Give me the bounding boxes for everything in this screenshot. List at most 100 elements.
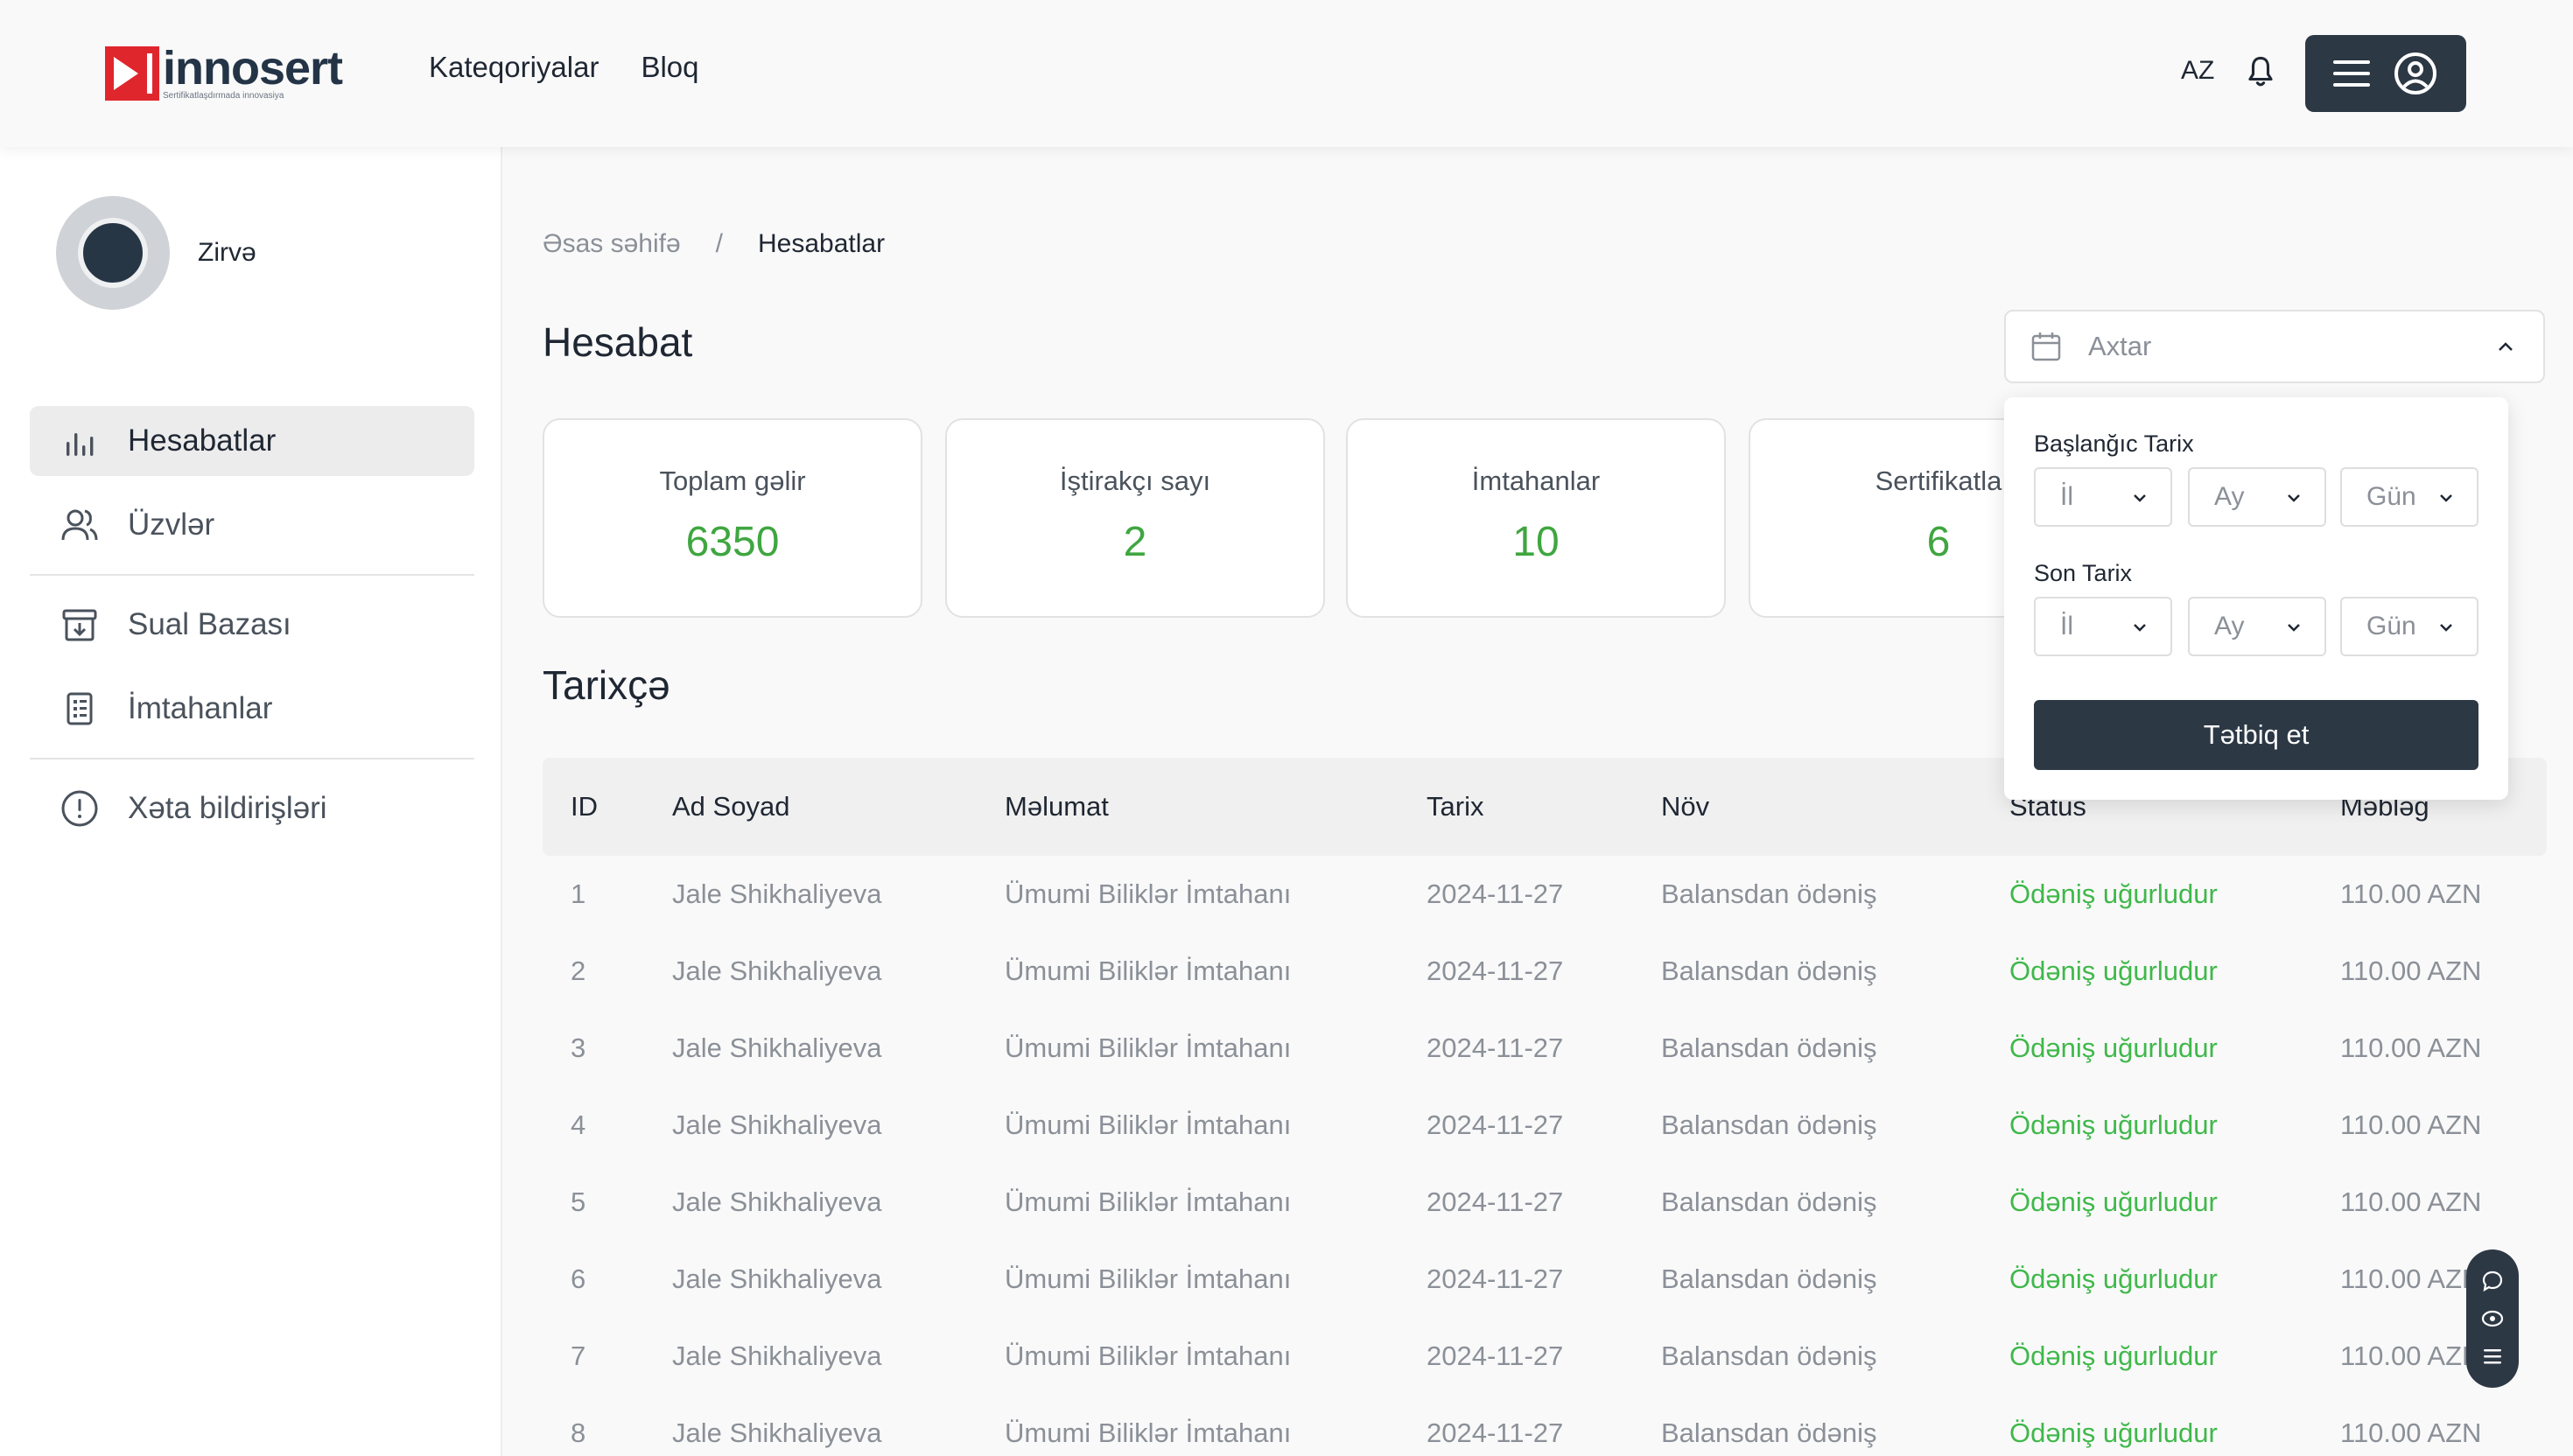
alert-circle-icon (61, 790, 98, 827)
stat-value: 6350 (685, 519, 780, 565)
select-value: Ay (2214, 612, 2245, 640)
cell-date: 2024-11-27 (1427, 878, 1564, 909)
logo-tagline: Sertifikatlaşdırmada innovasiya (163, 91, 284, 101)
table-row[interactable]: 1 Jale Shikhaliyeva Ümumi Biliklər İmtahan… (543, 856, 2547, 933)
sidebar: Zirvə Hesabatlar Üzvlər Sual Bazası İmta… (0, 147, 502, 1456)
end-day-select[interactable]: Gün (2340, 597, 2478, 656)
breadcrumb-separator: / (715, 229, 723, 258)
cell-type: Balansdan ödəniş (1661, 1110, 1877, 1140)
profile-block[interactable]: Zirvə (56, 196, 256, 310)
cell-amount: 110.00 AZN (2340, 956, 2482, 986)
date-search-toggle[interactable]: Axtar (2004, 310, 2545, 383)
column-header: Məlumat (1005, 791, 1109, 822)
column-header: ID (571, 791, 598, 822)
cell-info: Ümumi Biliklər İmtahanı (1005, 878, 1292, 909)
logo-word: innosert (163, 42, 343, 94)
floating-tools (2466, 1250, 2519, 1388)
cell-name: Jale Shikhaliyeva (672, 956, 882, 986)
column-header: Ad Soyad (672, 791, 790, 822)
nav-categories[interactable]: Kateqoriyalar (429, 51, 599, 84)
nav-blog[interactable]: Bloq (641, 51, 698, 84)
chevron-down-icon (2288, 494, 2300, 502)
sidebar-item-reports[interactable]: Hesabatlar (30, 406, 474, 476)
chevron-down-icon (2134, 494, 2146, 502)
language-switcher[interactable]: AZ (2181, 56, 2214, 86)
cell-date: 2024-11-27 (1427, 1186, 1564, 1217)
sidebar-item-label: Sual Bazası (128, 607, 291, 641)
table-row[interactable]: 3 Jale Shikhaliyeva Ümumi Biliklər İmtahan… (543, 1010, 2547, 1087)
cell-date: 2024-11-27 (1427, 1110, 1564, 1140)
sidebar-item-label: İmtahanlar (128, 691, 273, 725)
apply-button[interactable]: Tətbiq et (2034, 700, 2478, 770)
cell-info: Ümumi Biliklər İmtahanı (1005, 1032, 1292, 1063)
cell-id: 2 (571, 956, 586, 986)
avatar (56, 196, 170, 310)
sidebar-divider (30, 574, 474, 576)
cell-amount: 110.00 AZN (2340, 1032, 2482, 1063)
stat-label: İmtahanlar (1471, 466, 1601, 496)
cell-date: 2024-11-27 (1427, 1032, 1564, 1063)
list-icon[interactable] (2480, 1344, 2505, 1368)
cell-id: 8 (571, 1418, 586, 1448)
end-month-select[interactable]: Ay (2188, 597, 2326, 656)
select-value: İl (2060, 482, 2073, 511)
cell-id: 3 (571, 1032, 586, 1063)
sidebar-item-error-reports[interactable]: Xəta bildirişləri (30, 774, 474, 844)
cell-date: 2024-11-27 (1427, 1418, 1564, 1448)
innosert-logo[interactable]: innosert Sertifikatlaşdırmada innovasiya (105, 42, 343, 102)
start-year-select[interactable]: İl (2034, 467, 2172, 527)
eye-icon[interactable] (2480, 1306, 2505, 1331)
table-row[interactable]: 5 Jale Shikhaliyeva Ümumi Biliklər İmtahan… (543, 1164, 2547, 1241)
column-header: Növ (1661, 791, 1710, 822)
table-row[interactable]: 6 Jale Shikhaliyeva Ümumi Biliklər İmtahan… (543, 1241, 2547, 1318)
chat-icon[interactable] (2480, 1269, 2505, 1293)
top-header: innosert Sertifikatlaşdırmada innovasiya… (0, 0, 2573, 147)
stat-value: 2 (1123, 519, 1147, 565)
table-row[interactable]: 7 Jale Shikhaliyeva Ümumi Biliklər İmtahan… (543, 1318, 2547, 1395)
chevron-up-icon (2499, 342, 2513, 351)
cell-status: Ödəniş uğurludur (2009, 1110, 2218, 1140)
breadcrumb-home[interactable]: Əsas səhifə (543, 229, 681, 259)
bell-icon[interactable] (2246, 54, 2275, 89)
page-title: Hesabat (543, 319, 693, 365)
cell-type: Balansdan ödəniş (1661, 878, 1877, 909)
cell-type: Balansdan ödəniş (1661, 1186, 1877, 1217)
select-value: Gün (2366, 612, 2416, 640)
cell-amount: 110.00 AZN (2340, 1110, 2482, 1140)
cell-info: Ümumi Biliklər İmtahanı (1005, 1264, 1292, 1294)
history-title: Tarixçə (543, 662, 670, 708)
user-menu-button[interactable] (2305, 35, 2466, 112)
sidebar-item-label: Xəta bildirişləri (128, 791, 327, 825)
users-icon (61, 509, 98, 541)
sidebar-item-question-bank[interactable]: Sual Bazası (30, 590, 474, 660)
cell-info: Ümumi Biliklər İmtahanı (1005, 956, 1292, 986)
start-month-select[interactable]: Ay (2188, 467, 2326, 527)
start-date-label: Başlanğıc Tarix (2034, 430, 2194, 457)
archive-icon (62, 609, 97, 641)
cell-id: 4 (571, 1110, 586, 1140)
cell-name: Jale Shikhaliyeva (672, 1110, 882, 1140)
cell-type: Balansdan ödəniş (1661, 956, 1877, 986)
cell-status: Ödəniş uğurludur (2009, 1032, 2218, 1063)
cell-name: Jale Shikhaliyeva (672, 1186, 882, 1217)
end-year-select[interactable]: İl (2034, 597, 2172, 656)
cell-amount: 110.00 AZN (2340, 878, 2482, 909)
sidebar-item-exams[interactable]: İmtahanlar (30, 674, 474, 744)
cell-name: Jale Shikhaliyeva (672, 1032, 882, 1063)
sidebar-item-members[interactable]: Üzvlər (30, 490, 474, 560)
chevron-down-icon (2440, 494, 2452, 502)
cell-info: Ümumi Biliklər İmtahanı (1005, 1110, 1292, 1140)
start-day-select[interactable]: Gün (2340, 467, 2478, 527)
chevron-down-icon (2288, 624, 2300, 632)
cell-id: 5 (571, 1186, 586, 1217)
sidebar-item-label: Hesabatlar (128, 424, 277, 458)
table-row[interactable]: 2 Jale Shikhaliyeva Ümumi Biliklər İmtahan… (543, 933, 2547, 1010)
select-value: İl (2060, 612, 2073, 640)
date-filter-dropdown: Başlanğıc Tarix İl Ay Gün Son Tarix İl A… (2004, 397, 2508, 800)
logo-mark-icon (105, 46, 159, 101)
table-row[interactable]: 4 Jale Shikhaliyeva Ümumi Biliklər İmtahan… (543, 1087, 2547, 1164)
table-row[interactable]: 8 Jale Shikhaliyeva Ümumi Biliklər İmtahan… (543, 1395, 2547, 1456)
cell-id: 7 (571, 1340, 586, 1371)
table-body: 1 Jale Shikhaliyeva Ümumi Biliklər İmtahan… (543, 856, 2547, 1456)
end-date-label: Son Tarix (2034, 560, 2133, 586)
